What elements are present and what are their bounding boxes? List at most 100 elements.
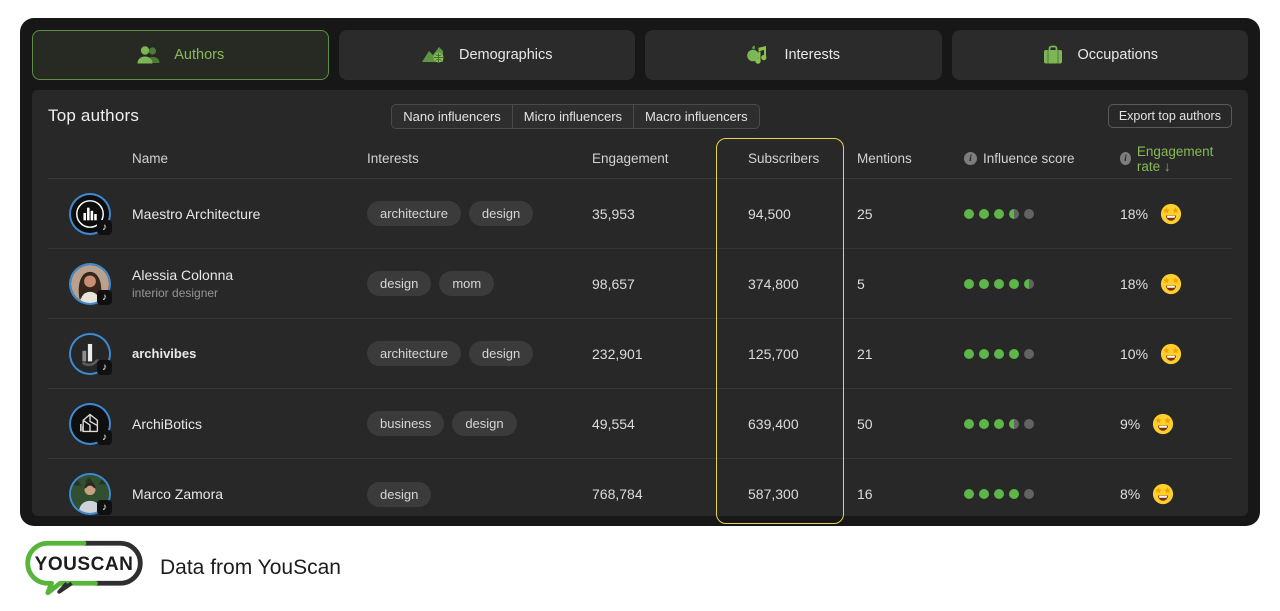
table-row[interactable]: ♪ Alessia Colonna interior designer desi… bbox=[48, 249, 1232, 319]
tiktok-badge-icon: ♪ bbox=[97, 360, 112, 375]
influence-dot-full bbox=[994, 279, 1004, 289]
tab-interests[interactable]: Interests bbox=[645, 30, 942, 80]
filter-macro-influencers[interactable]: Macro influencers bbox=[634, 104, 760, 129]
tiktok-badge-icon: ♪ bbox=[97, 220, 112, 235]
analytics-panel: Authors Demographics bbox=[20, 18, 1260, 526]
name-cell: archivibes bbox=[132, 346, 367, 361]
briefcase-icon bbox=[1041, 43, 1065, 67]
engagement-rate-value: 18% bbox=[1120, 276, 1148, 292]
subscribers-value: 125,700 bbox=[722, 346, 857, 362]
influence-dot-full bbox=[994, 419, 1004, 429]
header-interests: Interests bbox=[367, 151, 592, 166]
tab-occupations[interactable]: Occupations bbox=[952, 30, 1249, 80]
header-name: Name bbox=[132, 151, 367, 166]
interest-tag: design bbox=[367, 271, 431, 296]
author-name[interactable]: Maestro Architecture bbox=[132, 206, 367, 222]
filter-nano-influencers[interactable]: Nano influencers bbox=[391, 104, 513, 129]
export-top-authors-button[interactable]: Export top authors bbox=[1108, 104, 1232, 128]
engagement-value: 49,554 bbox=[592, 416, 722, 432]
engagement-rate-value: 9% bbox=[1120, 416, 1140, 432]
star-struck-emoji bbox=[1152, 413, 1174, 435]
influence-dot-full bbox=[994, 489, 1004, 499]
info-icon[interactable]: i bbox=[1120, 152, 1131, 165]
star-struck-emoji bbox=[1160, 343, 1182, 365]
influence-dot-empty bbox=[1024, 419, 1034, 429]
header-mentions: Mentions bbox=[857, 151, 964, 166]
influence-dot-full bbox=[964, 419, 974, 429]
header-subscribers: Subscribers bbox=[722, 151, 857, 166]
engagement-rate-cell: 9% bbox=[1120, 413, 1232, 435]
influence-dot-half bbox=[1009, 419, 1019, 429]
engagement-value: 768,784 bbox=[592, 486, 722, 502]
author-name[interactable]: Alessia Colonna bbox=[132, 267, 367, 283]
tab-authors[interactable]: Authors bbox=[32, 30, 329, 80]
interest-tags: architecture design bbox=[367, 201, 592, 226]
engagement-rate-value: 10% bbox=[1120, 346, 1148, 362]
mentions-value: 50 bbox=[857, 416, 964, 432]
author-name[interactable]: Marco Zamora bbox=[132, 486, 367, 502]
table-row[interactable]: ♪ Marco Zamora design 768,784 587,300 16… bbox=[48, 459, 1232, 529]
tiktok-badge-icon: ♪ bbox=[97, 290, 112, 305]
footer: YOUSCAN Data from YouScan bbox=[22, 538, 341, 598]
top-authors-section: Top authors Nano influencers Micro influ… bbox=[32, 90, 1248, 516]
influence-dot-full bbox=[964, 279, 974, 289]
influence-dot-empty bbox=[1024, 209, 1034, 219]
mentions-value: 5 bbox=[857, 276, 964, 292]
influence-dot-empty bbox=[1024, 489, 1034, 499]
interest-tag: design bbox=[367, 482, 431, 507]
mentions-value: 21 bbox=[857, 346, 964, 362]
influence-dot-half bbox=[1024, 279, 1034, 289]
author-name[interactable]: archivibes bbox=[132, 346, 367, 361]
tab-label: Occupations bbox=[1077, 47, 1158, 63]
influence-dot-full bbox=[964, 489, 974, 499]
star-struck-emoji bbox=[1160, 203, 1182, 225]
table-header-row: Name Interests Engagement Subscribers Me… bbox=[48, 139, 1232, 179]
filter-micro-influencers[interactable]: Micro influencers bbox=[513, 104, 634, 129]
info-icon[interactable]: i bbox=[964, 152, 977, 165]
header-influence-score: i Influence score bbox=[964, 151, 1120, 166]
influence-dot-full bbox=[1009, 489, 1019, 499]
interest-tags: architecture design bbox=[367, 341, 592, 366]
engagement-rate-cell: 10% bbox=[1120, 343, 1232, 365]
avatar-cell: ♪ bbox=[48, 265, 132, 303]
author-name[interactable]: ArchiBotics bbox=[132, 416, 367, 432]
table-row[interactable]: ♪ archivibes architecturedesign 232,901 … bbox=[48, 319, 1232, 389]
interest-tag: design bbox=[469, 201, 533, 226]
name-cell: ArchiBotics bbox=[132, 416, 367, 432]
influence-score-dots bbox=[964, 209, 1120, 219]
name-cell: Maestro Architecture bbox=[132, 206, 367, 222]
table-row[interactable]: ♪ Maestro Architecture architecture desig… bbox=[48, 179, 1232, 249]
interest-tag: mom bbox=[439, 271, 494, 296]
name-cell: Alessia Colonna interior designer bbox=[132, 267, 367, 300]
tiktok-badge-icon: ♪ bbox=[97, 500, 112, 515]
interest-tag: architecture bbox=[367, 201, 461, 226]
page: Authors Demographics bbox=[0, 0, 1280, 611]
apple-music-icon bbox=[746, 43, 772, 67]
table-row[interactable]: ♪ ArchiBotics businessdesign 49,554 639,… bbox=[48, 389, 1232, 459]
influence-dot-full bbox=[979, 279, 989, 289]
people-icon bbox=[136, 44, 162, 66]
header-engagement-rate[interactable]: i Engagement rate ↓ bbox=[1120, 144, 1232, 174]
influence-dot-full bbox=[994, 349, 1004, 359]
influence-dot-full bbox=[964, 349, 974, 359]
tab-bar: Authors Demographics bbox=[32, 30, 1248, 80]
influence-score-dots bbox=[964, 279, 1120, 289]
engagement-value: 98,657 bbox=[592, 276, 722, 292]
mentions-value: 16 bbox=[857, 486, 964, 502]
header-engagement: Engagement bbox=[592, 151, 722, 166]
influence-dot-full bbox=[994, 209, 1004, 219]
engagement-rate-value: 8% bbox=[1120, 486, 1140, 502]
subscribers-value: 587,300 bbox=[722, 486, 857, 502]
avatar-cell: ♪ bbox=[48, 405, 132, 443]
influence-dot-full bbox=[964, 209, 974, 219]
interest-tag: architecture bbox=[367, 341, 461, 366]
interest-tags: design bbox=[367, 482, 592, 507]
interest-tag: design bbox=[452, 411, 516, 436]
interest-tag: design bbox=[469, 341, 533, 366]
tab-demographics[interactable]: Demographics bbox=[339, 30, 636, 80]
interest-tags: business design bbox=[367, 411, 592, 436]
interest-tag: business bbox=[367, 411, 444, 436]
influence-dot-full bbox=[979, 419, 989, 429]
influence-score-dots bbox=[964, 419, 1120, 429]
engagement-rate-value: 18% bbox=[1120, 206, 1148, 222]
